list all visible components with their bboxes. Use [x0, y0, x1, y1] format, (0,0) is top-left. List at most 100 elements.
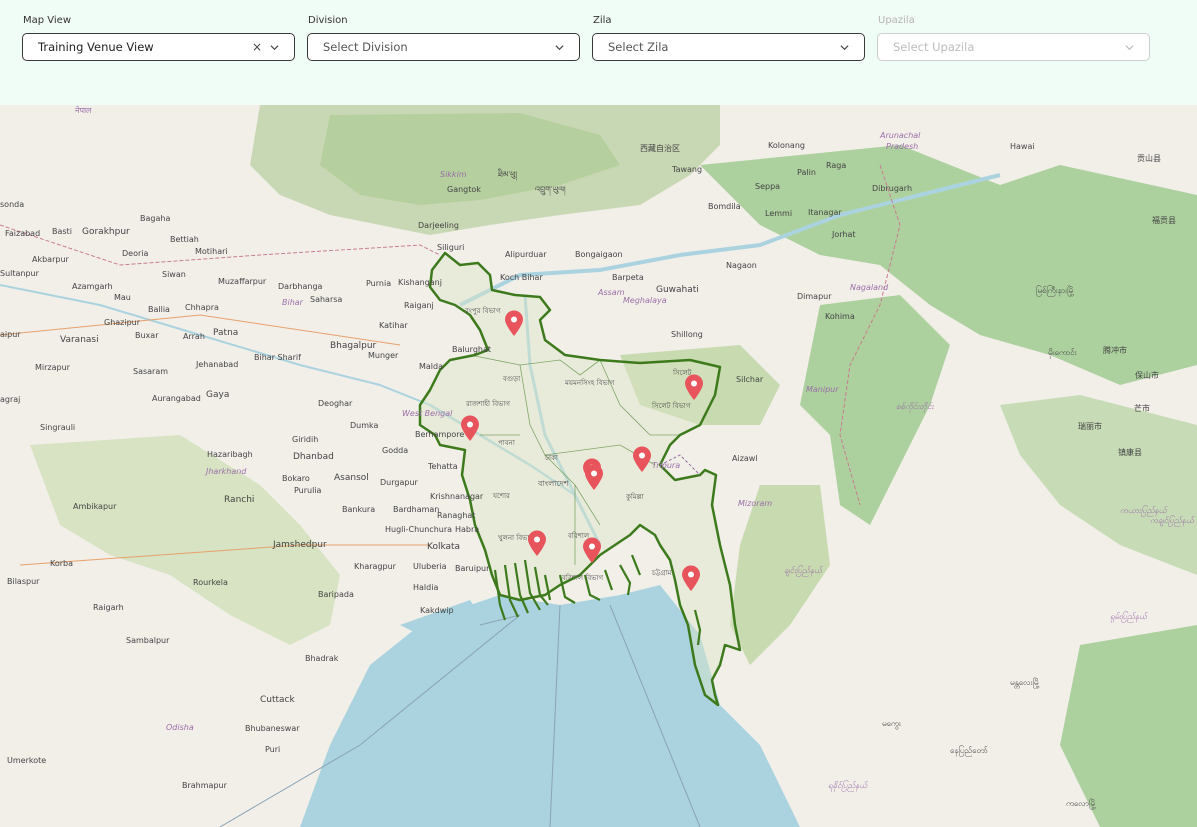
map-label: Gangtok: [447, 185, 481, 194]
map-label: Durgapur: [380, 478, 418, 487]
map-label: Jamshedpur: [273, 540, 327, 550]
upazila-select[interactable]: Select Upazila: [877, 33, 1150, 61]
map-label: Bilaspur: [7, 577, 40, 586]
map-label: Mirzapur: [35, 363, 70, 372]
map-label: Singrauli: [40, 423, 76, 432]
map-label: Pradesh: [886, 142, 919, 151]
map-label: Muzaffarpur: [218, 277, 267, 286]
map-label: Bagaha: [140, 214, 171, 223]
map-label: Odisha: [166, 723, 194, 732]
map-label: မိုးကောင်း: [1048, 348, 1077, 357]
upazila-filter: Upazila Select Upazila: [877, 14, 1150, 61]
map-label: Dhanbad: [293, 452, 334, 462]
clear-icon[interactable]: ×: [252, 34, 262, 61]
map-label: Ballia: [148, 305, 170, 314]
division-label: Division: [308, 15, 348, 26]
zila-select[interactable]: Select Zila: [592, 33, 865, 61]
upazila-label: Upazila: [878, 15, 915, 26]
map-canvas[interactable]: नेपाल Sikkim Gangtok Arunachal Pradesh H…: [0, 105, 1197, 827]
map-label: বাংলাদেশ: [538, 479, 569, 488]
map-label: Munger: [368, 351, 399, 360]
map-label: 腾冲市: [1103, 346, 1127, 355]
map-label: Aurangabad: [152, 394, 201, 403]
map-label: Mau: [114, 293, 131, 302]
map-label: Itanagar: [808, 208, 842, 217]
map-label: ঢাকা: [545, 454, 558, 462]
map-label: Berhampore: [415, 430, 465, 439]
map-label: Godda: [382, 446, 409, 455]
map-label: Chhapra: [185, 303, 219, 312]
map-view-select[interactable]: Training Venue View ×: [22, 33, 295, 61]
map-label: Jehanabad: [196, 360, 239, 369]
map-label: Meghalaya: [623, 296, 667, 305]
map-label: Kolonang: [768, 141, 805, 150]
map-label: Kharagpur: [354, 562, 396, 571]
map-label: Sikkim: [440, 170, 467, 179]
map-label: Korba: [50, 559, 74, 568]
map-label: ရခိုင်ပြည်နယ်: [828, 781, 868, 790]
map-view-filter: Map View Training Venue View ×: [22, 14, 295, 61]
map-label: Giridih: [292, 435, 319, 444]
venue-pin[interactable]: [527, 530, 547, 557]
map-label: Bardhaman: [393, 505, 440, 514]
map-label: সিলেট বিভাগ: [652, 402, 691, 410]
map-label: চট্টগ্রাম: [652, 569, 672, 577]
map-label: မြစ်ကြီးနားမြို့: [1036, 286, 1075, 295]
venue-pin[interactable]: [460, 415, 480, 442]
map-label: ཐིམ་ཕུ།: [498, 170, 518, 179]
map-label: Raiganj: [404, 301, 434, 310]
map-label: Cuttack: [260, 695, 295, 705]
map-label: Bhubaneswar: [245, 724, 300, 733]
map-label: agraj: [0, 395, 21, 404]
map-label: Seppa: [755, 182, 781, 191]
map-label: 贡山县: [1137, 154, 1161, 163]
division-filter: Division Select Division: [307, 14, 580, 61]
filter-bar: Map View Training Venue View × Division …: [0, 0, 1197, 105]
zila-filter: Zila Select Zila: [592, 14, 865, 61]
venue-pin[interactable]: [632, 446, 652, 473]
map-label: Bhadrak: [305, 654, 339, 663]
map-label: Malda: [419, 362, 444, 371]
division-select[interactable]: Select Division: [307, 33, 580, 61]
map-label: Bongaigaon: [575, 250, 623, 259]
map-label: Tawang: [672, 165, 703, 174]
map-label: Rourkela: [193, 578, 228, 587]
chevron-down-icon: [1125, 45, 1134, 51]
map-label: Balurghat: [452, 345, 492, 354]
venue-pin[interactable]: [584, 464, 604, 491]
map-label: नेपाल: [75, 106, 92, 115]
map-label: Saharsa: [310, 295, 343, 304]
chevron-down-icon: [270, 45, 279, 51]
venue-pin[interactable]: [684, 374, 704, 401]
map-label: Hazaribagh: [207, 450, 253, 459]
map-label: Dibrugarh: [872, 184, 913, 193]
map-label: Basti: [52, 227, 72, 236]
map-label: ময়মনসিংহ বিভাগ: [565, 379, 615, 387]
map-label: Sultanpur: [0, 269, 39, 278]
map-label: Siwan: [162, 270, 186, 279]
map-label: 芒市: [1134, 404, 1150, 413]
map-label: Deoghar: [318, 399, 353, 408]
map-label: পাবনা: [498, 439, 515, 447]
venue-pin[interactable]: [681, 565, 701, 592]
map-label: Haldia: [413, 583, 439, 592]
map-label: Darjeeling: [418, 221, 460, 230]
map-label: Dumka: [350, 421, 379, 430]
map-label: Ranaghat: [437, 511, 476, 520]
map-label: Faizabad: [5, 229, 41, 238]
zila-label: Zila: [593, 15, 612, 26]
venue-pin[interactable]: [504, 310, 524, 337]
map-label: Uluberia: [413, 562, 447, 571]
map-label: Buxar: [135, 331, 159, 340]
venue-pin[interactable]: [582, 537, 602, 564]
map-label: Motihari: [195, 247, 228, 256]
map-label: Raigarh: [93, 603, 124, 612]
map-label: စစ်ကိုင်းတိုင်း: [896, 402, 934, 411]
map-label: ကချင်ပြည်နယ်: [1150, 516, 1194, 525]
map-label: Katihar: [379, 321, 408, 330]
map-label: Sambalpur: [126, 636, 170, 645]
map-label: Bankura: [342, 505, 376, 514]
map-label: မန္တလေးမြို့: [1010, 678, 1040, 687]
map-label: 福贡县: [1152, 216, 1176, 225]
map-label: রংপুর বিভাগ: [465, 307, 501, 315]
